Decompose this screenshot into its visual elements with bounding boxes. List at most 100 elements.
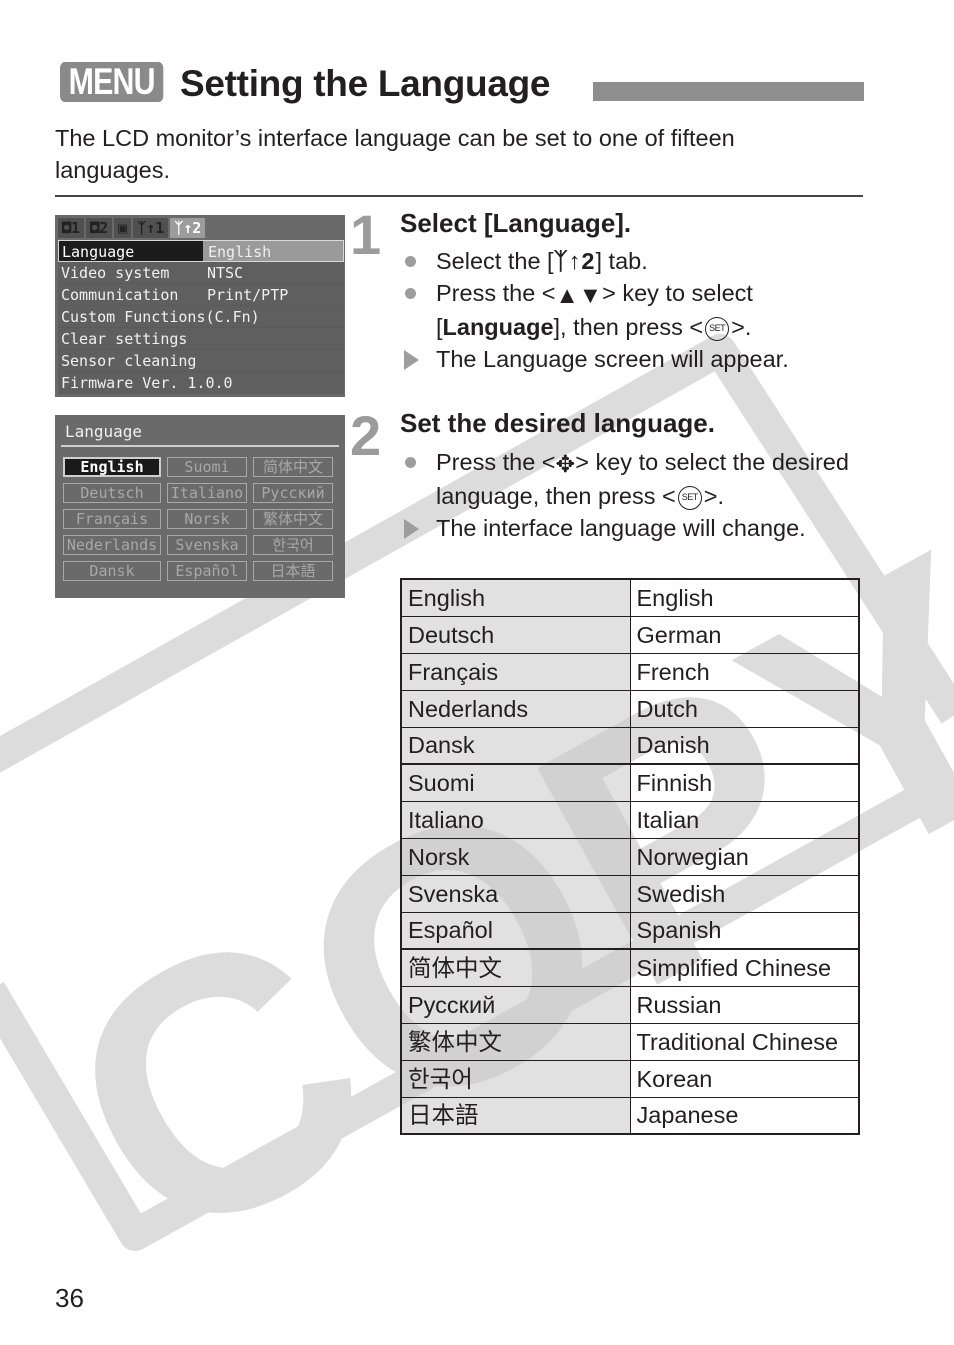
native-language-name: 한국어 [400, 1059, 631, 1098]
menu-row-firmware: Firmware Ver. 1.0.0 [58, 372, 344, 394]
intro-text: The LCD monitor’s interface language can… [55, 125, 735, 183]
cross-keys-icon: ✥ [555, 450, 576, 477]
native-language-name: Русский [400, 985, 631, 1024]
step-1-list: Select the [ᛉ↑2] tab. Press the <▲▼> key… [400, 245, 860, 375]
table-row: Français French [400, 652, 860, 691]
lcd-language-option: Français [63, 509, 161, 529]
menu-badge-icon: MENU [60, 62, 164, 102]
lcd-language-option: Suomi [167, 457, 247, 477]
menu-row-video-system: Video system NTSC [58, 262, 344, 284]
english-language-name: Italian [629, 800, 860, 839]
english-language-name: German [629, 615, 860, 654]
menu-row-communication: Communication Print/PTP [58, 284, 344, 306]
step-number: 1 [350, 203, 382, 266]
lcd-language-option: Español [167, 561, 247, 581]
bullet-icon [405, 457, 416, 468]
english-language-name: English [629, 578, 860, 617]
native-language-name: Dansk [400, 726, 631, 765]
table-row: 繁体中文 Traditional Chinese [400, 1022, 860, 1061]
table-row: Svenska Swedish [400, 874, 860, 913]
bullet-icon [405, 256, 416, 267]
english-language-name: Swedish [629, 874, 860, 913]
english-language-name: Dutch [629, 689, 860, 728]
lcd-language-option: English [63, 457, 161, 477]
step-heading: Select [Language]. [400, 208, 632, 238]
tab-setup-1: ᛉ↑ 1 [133, 218, 169, 238]
step-instruction: Press the <✥> key to select the desired … [400, 446, 870, 512]
english-language-name: Korean [629, 1059, 860, 1098]
setup-tab-2-icon: ᛉ↑2 [553, 248, 596, 274]
step-2-list: Press the <✥> key to select the desired … [400, 446, 870, 544]
english-language-name: Finnish [629, 763, 860, 802]
native-language-name: Italiano [400, 800, 631, 839]
native-language-name: Nederlands [400, 689, 631, 728]
table-row: English English [400, 578, 860, 617]
lcd-language-option: 简体中文 [253, 457, 333, 477]
menu-row-language: Language English [58, 240, 344, 262]
camera-icon: ◘ [90, 219, 100, 237]
native-language-name: 日本語 [400, 1096, 631, 1135]
tools-icon: ᛉ↑ [174, 219, 193, 237]
lcd-language-screen-screenshot: Language English Suomi 简体中文 Deutsch Italiano… [55, 415, 345, 598]
table-row: 简体中文 Simplified Chinese [400, 948, 860, 987]
lcd-language-option: 繁体中文 [253, 509, 333, 529]
native-language-name: 简体中文 [400, 948, 631, 987]
lcd-language-option: 日本語 [253, 561, 333, 581]
table-row: Norsk Norwegian [400, 837, 860, 876]
lcd-title-underline [61, 445, 339, 447]
table-row: Deutsch German [400, 615, 860, 654]
lcd-language-option: Norsk [167, 509, 247, 529]
english-language-name: Simplified Chinese [629, 948, 860, 987]
step-heading: Set the desired language. [400, 408, 715, 438]
language-table: English English Deutsch German Français Frenc… [400, 578, 860, 1135]
step-instruction: Select the [ᛉ↑2] tab. [400, 245, 860, 277]
tools-icon: ᛉ↑ [137, 219, 156, 237]
native-language-name: Svenska [400, 874, 631, 913]
native-language-name: English [400, 578, 631, 617]
lcd-language-title: Language [65, 422, 143, 441]
english-language-name: Spanish [629, 911, 860, 950]
up-down-key-icon: ▲▼ [555, 281, 603, 308]
table-row: 日本語 Japanese [400, 1096, 860, 1135]
lcd-language-option: Русский [253, 483, 333, 503]
english-language-name: Traditional Chinese [629, 1022, 860, 1061]
native-language-name: Suomi [400, 763, 631, 802]
native-language-name: Norsk [400, 837, 631, 876]
title-decoration-bar [593, 82, 864, 101]
page-title: Setting the Language [180, 63, 551, 104]
table-row: Dansk Danish [400, 726, 860, 765]
lcd-language-option: Svenska [167, 535, 247, 555]
table-row: Español Spanish [400, 911, 860, 950]
page-number: 36 [55, 1283, 84, 1313]
english-language-name: Danish [629, 726, 860, 765]
bullet-icon [405, 288, 416, 299]
tab-shooting-1: ◘ 1 [58, 218, 85, 238]
result-arrow-icon [404, 518, 419, 539]
camera-icon: ◘ [62, 219, 72, 237]
menu-tabs: ◘ 1 ◘ 2 ▣ ᛉ↑ 1 ᛉ↑ 2 [58, 218, 207, 238]
english-language-name: French [629, 652, 860, 691]
lcd-language-option: Italiano [167, 483, 247, 503]
table-row: Nederlands Dutch [400, 689, 860, 728]
lcd-language-option: Dansk [63, 561, 161, 581]
english-language-name: Japanese [629, 1096, 860, 1135]
native-language-name: Français [400, 652, 631, 691]
tab-playback: ▣ [114, 218, 132, 238]
step-result: The interface language will change. [400, 512, 870, 544]
lcd-language-option: Nederlands [63, 535, 161, 555]
playback-icon: ▣ [118, 219, 128, 237]
tab-shooting-2: ◘ 2 [86, 218, 113, 238]
language-grid: English Suomi 简体中文 Deutsch Italiano Русский Fr… [63, 457, 333, 581]
menu-row-custom-functions: Custom Functions(C.Fn) [58, 306, 344, 328]
menu-row-sensor-cleaning: Sensor cleaning [58, 350, 344, 372]
step-result: The Language screen will appear. [400, 343, 860, 375]
lcd-setup-menu-screenshot: ◘ 1 ◘ 2 ▣ ᛉ↑ 1 ᛉ↑ 2 Language English Video sy… [55, 215, 345, 397]
set-button-icon: SET [705, 316, 730, 341]
menu-rows: Language English Video system NTSC Communi… [58, 240, 344, 394]
english-language-name: Norwegian [629, 837, 860, 876]
table-row: Русский Russian [400, 985, 860, 1024]
native-language-name: 繁体中文 [400, 1022, 631, 1061]
lcd-language-option: 한국어 [253, 535, 333, 555]
table-row: Suomi Finnish [400, 763, 860, 802]
table-row: Italiano Italian [400, 800, 860, 839]
